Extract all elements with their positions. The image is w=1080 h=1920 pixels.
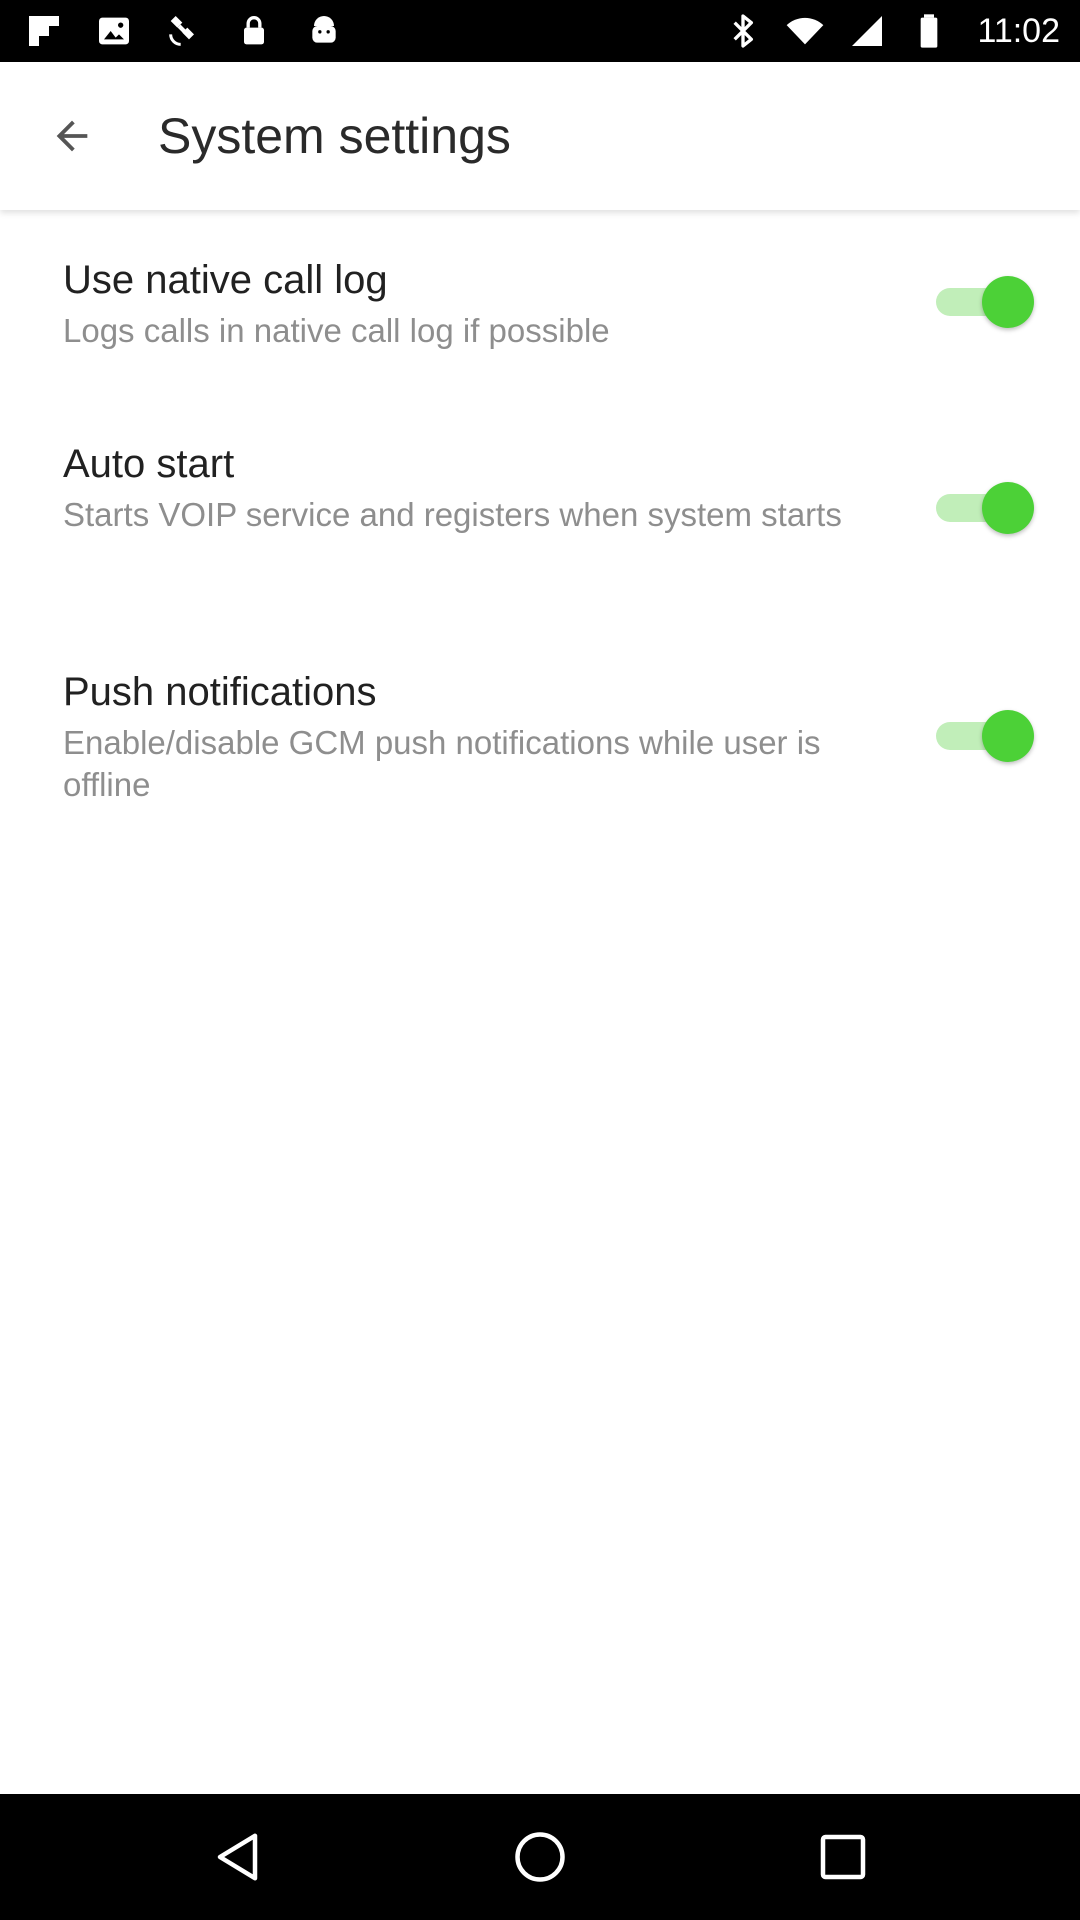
image-icon	[94, 11, 134, 51]
setting-description: Enable/disable GCM push notifications wh…	[63, 724, 821, 803]
page-title: System settings	[158, 108, 511, 164]
toggle-thumb	[982, 276, 1034, 328]
status-left-icons	[24, 0, 344, 62]
setting-title: Push notifications	[63, 670, 377, 714]
toggle-thumb	[982, 710, 1034, 762]
nav-home-button[interactable]	[507, 1824, 573, 1890]
nav-recents-button[interactable]	[810, 1824, 876, 1890]
navigation-bar	[0, 1794, 1080, 1920]
cellular-signal-icon	[847, 11, 887, 51]
nav-back-button[interactable]	[207, 1824, 273, 1890]
battery-icon	[909, 11, 949, 51]
setting-auto-start[interactable]: Auto start Starts VOIP service and regis…	[0, 390, 1080, 610]
setting-use-native-call-log[interactable]: Use native call log Logs calls in native…	[0, 210, 1080, 380]
status-right-icons: 11:02	[723, 0, 1060, 62]
back-triangle-icon	[217, 1833, 258, 1881]
wifi-icon	[785, 11, 825, 51]
app-bar: System settings	[0, 62, 1080, 210]
back-button[interactable]	[32, 100, 112, 172]
arrow-back-icon	[56, 120, 88, 152]
push-notifications-toggle[interactable]	[936, 706, 1036, 766]
setting-title: Auto start	[63, 442, 235, 486]
setting-push-notifications[interactable]: Push notifications Enable/disable GCM pu…	[0, 620, 1080, 840]
android-icon	[304, 11, 344, 51]
bluetooth-icon	[723, 11, 763, 51]
setting-description: Logs calls in native call log if possibl…	[63, 312, 610, 349]
lock-icon	[234, 11, 274, 51]
setting-title: Use native call log	[63, 258, 388, 302]
toggle-thumb	[982, 482, 1034, 534]
status-bar: 11:02	[0, 0, 1080, 62]
home-circle-icon	[515, 1832, 565, 1882]
native-call-log-toggle[interactable]	[936, 272, 1036, 332]
status-time: 11:02	[977, 11, 1060, 50]
auto-start-toggle[interactable]	[936, 478, 1036, 538]
satellite-fake-gps-icon	[164, 11, 204, 51]
setting-description: Starts VOIP service and registers when s…	[63, 496, 842, 533]
recents-square-icon	[820, 1834, 866, 1880]
flipboard-icon	[24, 11, 64, 51]
